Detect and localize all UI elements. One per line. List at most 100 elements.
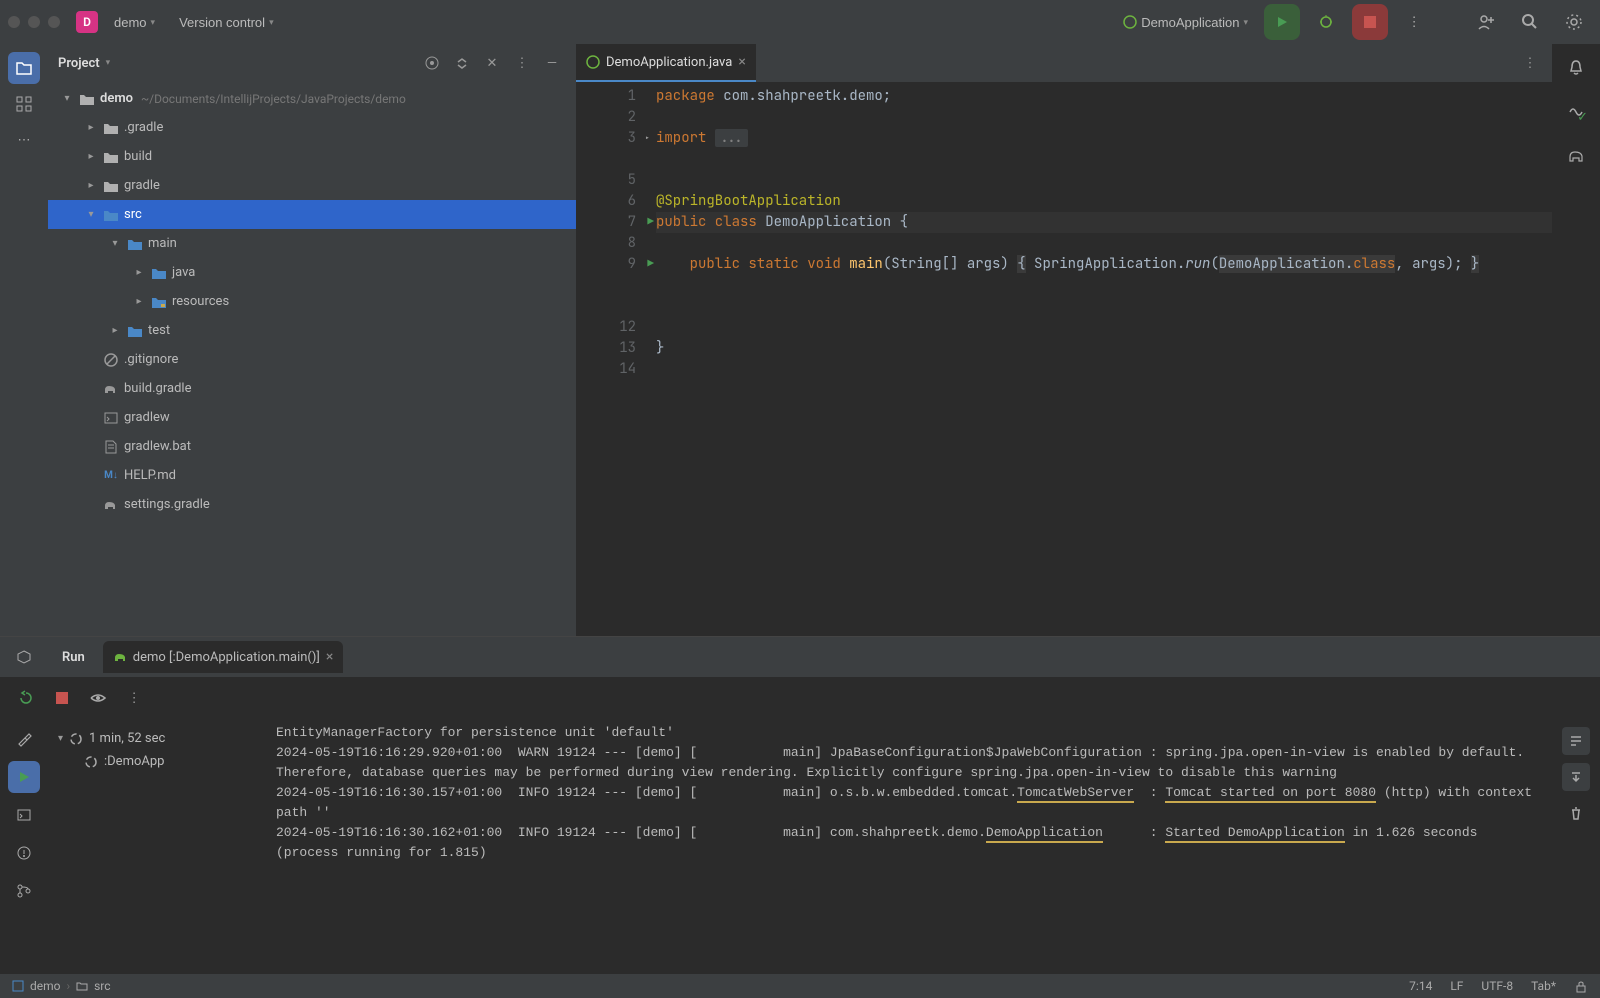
tree-item-build[interactable]: ▸build [48,142,576,171]
cursor-position[interactable]: 7:14 [1409,979,1432,993]
run-config-tab[interactable]: demo [:DemoApplication.main()] × [103,641,344,673]
warning-icon [16,845,32,861]
collapse-all-button[interactable]: ✕ [478,49,506,77]
console-actions [1552,719,1600,974]
run-body: ▾ 1 min, 52 sec :DemoApp EntityManagerFa… [0,719,1600,974]
indent-setting[interactable]: Tab* [1531,979,1556,993]
chevron-right-icon: › [67,979,71,993]
gear-icon [1565,13,1583,31]
folder-icon [15,59,33,77]
tree-item-java[interactable]: ▸java [48,258,576,287]
close-run-tab-button[interactable]: × [326,649,333,665]
run-duration-row[interactable]: ▾ 1 min, 52 sec [56,727,260,750]
panel-options-button[interactable]: ⋮ [508,49,536,77]
services-tool-button[interactable] [8,641,40,673]
run-stop-button[interactable] [48,684,76,712]
project-badge[interactable]: D [76,11,98,33]
project-panel-header: Project ▾ ✕ ⋮ — [48,44,576,82]
show-output-button[interactable] [84,684,112,712]
more-actions-button[interactable]: ⋮ [1396,4,1432,40]
kebab-icon: ⋮ [1524,56,1537,71]
tree-root[interactable]: ▾demo~/Documents/IntellijProjects/JavaPr… [48,84,576,113]
tree-item--gradle[interactable]: ▸.gradle [48,113,576,142]
project-tree[interactable]: ▾demo~/Documents/IntellijProjects/JavaPr… [48,82,576,636]
maximize-window-icon[interactable] [48,16,60,28]
bell-icon [1567,59,1585,77]
ellipsis-icon: ⋯ [18,133,31,148]
run-tool-button[interactable] [8,761,40,793]
kebab-icon: ⋮ [127,690,140,706]
editor-gutter[interactable]: 123▸567▶89▶121314 [576,82,644,636]
editor-area: DemoApplication.java × ⋮ 123▸567▶89▶1213… [576,44,1552,636]
run-task-tree[interactable]: ▾ 1 min, 52 sec :DemoApp [48,719,268,974]
file-encoding[interactable]: UTF-8 [1481,979,1513,993]
lock-icon[interactable] [1574,979,1588,993]
clear-console-button[interactable] [1562,799,1590,827]
select-opened-file-button[interactable] [418,49,446,77]
line-separator[interactable]: LF [1450,979,1463,993]
tree-item-settings-gradle[interactable]: settings.gradle [48,490,576,519]
tree-item--gitignore[interactable]: .gitignore [48,345,576,374]
chevron-down-icon: ▾ [269,17,274,28]
rerun-button[interactable] [12,684,40,712]
run-config-selector[interactable]: DemoApplication ▾ [1115,11,1256,34]
build-tool-button[interactable] [8,723,40,755]
search-icon [1521,13,1539,31]
tree-item-src[interactable]: ▾src [48,200,576,229]
scroll-to-end-button[interactable] [1562,763,1590,791]
problems-tool-button[interactable] [8,837,40,869]
tree-item-gradle[interactable]: ▸gradle [48,171,576,200]
run-console[interactable]: EntityManagerFactory for persistence uni… [268,719,1552,974]
notifications-button[interactable] [1560,52,1592,84]
hexagon-icon [16,649,32,665]
tree-item-gradlew-bat[interactable]: gradlew.bat [48,432,576,461]
tab-options-button[interactable]: ⋮ [1516,49,1544,77]
run-button[interactable] [1264,4,1300,40]
tree-item-test[interactable]: ▸test [48,316,576,345]
run-more-button[interactable]: ⋮ [120,684,148,712]
vcs-tool-button[interactable] [8,875,40,907]
terminal-tool-button[interactable] [8,799,40,831]
run-tab-label[interactable]: Run [52,646,95,669]
wrap-icon [1568,733,1584,749]
tree-item-HELP-md[interactable]: M↓HELP.md [48,461,576,490]
project-switcher[interactable]: demo ▾ [106,11,163,34]
code-content[interactable]: package com.shahpreetk.demo; import ... … [644,82,1552,636]
gradle-run-icon [113,650,127,664]
kebab-icon: ⋮ [516,56,529,71]
hide-panel-button[interactable]: — [538,49,566,77]
soft-wrap-button[interactable] [1562,727,1590,755]
version-control-menu[interactable]: Version control ▾ [171,11,282,34]
module-icon [12,980,24,992]
close-tab-button[interactable]: × [738,54,745,70]
minimize-window-icon[interactable] [28,16,40,28]
navigation-breadcrumb[interactable]: demo › src [12,979,111,993]
tree-item-gradlew[interactable]: gradlew [48,403,576,432]
run-task-row[interactable]: :DemoApp [56,750,260,773]
structure-tool-button[interactable] [8,88,40,120]
code-editor[interactable]: 123▸567▶89▶121314 package com.shahpreetk… [576,82,1552,636]
settings-button[interactable] [1556,4,1592,40]
debug-button[interactable] [1308,4,1344,40]
breadcrumb-leaf: src [94,979,110,993]
project-tool-button[interactable] [8,52,40,84]
more-tools-button[interactable]: ⋯ [8,124,40,156]
stop-button[interactable] [1352,4,1388,40]
main-area: ⋯ Project ▾ ✕ ⋮ — ▾demo~/Documents/Intel… [0,44,1600,636]
chevron-down-icon[interactable]: ▾ [106,58,111,68]
folder-icon [76,980,88,992]
code-with-me-button[interactable] [1468,4,1504,40]
play-icon [17,770,31,784]
search-everywhere-button[interactable] [1512,4,1548,40]
expand-all-button[interactable] [448,49,476,77]
expand-icon [455,56,469,70]
editor-tab[interactable]: DemoApplication.java × [576,44,756,82]
close-window-icon[interactable] [8,16,20,28]
elephant-icon [1567,147,1585,165]
chevron-down-icon: ▾ [1243,17,1248,28]
tree-item-build-gradle[interactable]: build.gradle [48,374,576,403]
tree-item-main[interactable]: ▾main [48,229,576,258]
spinner-icon [69,732,83,746]
gradle-tool-button[interactable] [1560,140,1592,172]
tree-item-resources[interactable]: ▸resources [48,287,576,316]
